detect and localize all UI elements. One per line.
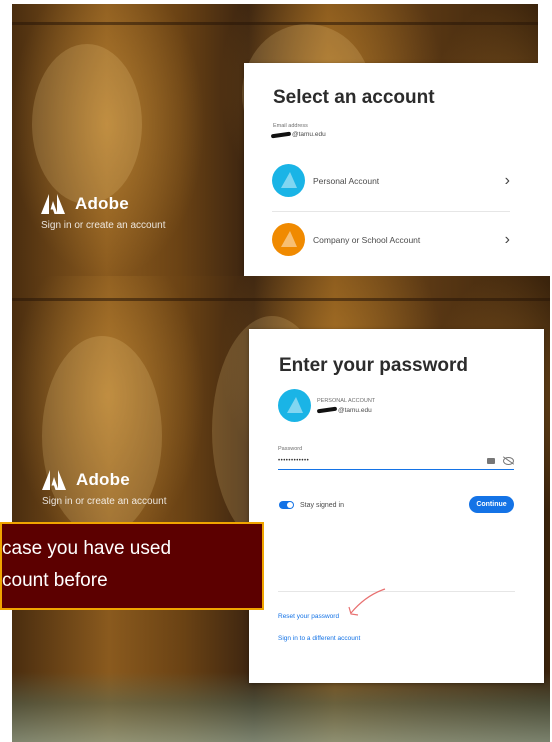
adobe-name: Adobe [76,470,130,489]
password-value: •••••••••••• [278,458,310,464]
company-account-icon [272,223,305,256]
callout-line-2: count before [2,570,108,591]
stay-signed-in[interactable]: Stay signed in [279,501,344,509]
different-account-link[interactable]: Sign in to a different account [278,635,360,642]
email-domain: @tamu.edu [292,131,326,138]
divider [272,211,510,212]
annotation-arrow-icon [348,588,386,616]
hide-password-icon[interactable] [503,457,514,465]
email-address: @tamu.edu [270,131,326,138]
personal-account-icon [272,164,305,197]
chevron-right-icon: › [504,230,510,248]
continue-button[interactable]: Continue [469,496,514,513]
email-label: Email address [273,123,308,129]
email-address: @tamu.edu [316,406,375,414]
redaction-mark [270,131,292,138]
page-title: Enter your password [279,355,468,376]
account-type: PERSONAL ACCOUNT [317,397,376,404]
stay-signed-in-label: Stay signed in [300,501,344,509]
jar-lid-edge [12,22,538,25]
divider [278,591,515,592]
adobe-logo-icon [42,470,66,490]
account-summary: PERSONAL ACCOUNT @tamu.edu [278,389,375,422]
callout-line-1: case you have used [2,538,172,559]
jar-highlight [32,44,142,204]
password-input[interactable]: •••••••••••• [278,453,514,470]
email-domain: @tamu.edu [338,406,372,414]
company-account-option[interactable]: Company or School Account › [272,223,510,256]
page-title: Select an account [273,87,435,108]
jar-lid-edge [12,298,550,301]
adobe-tagline: Sign in or create an account [42,496,167,507]
redaction-mark [316,406,338,414]
adobe-brand: Adobe Sign in or create an account [41,194,166,231]
company-account-label: Company or School Account [313,234,421,245]
select-account-screen: Adobe Sign in or create an account Selec… [12,4,538,276]
select-account-card: Select an account Email address @tamu.ed… [244,63,538,276]
personal-account-icon [278,389,311,422]
adobe-name: Adobe [75,194,129,213]
enter-password-screen: Adobe Sign in or create an account Enter… [12,276,550,742]
reset-password-link[interactable]: Reset your password [278,613,339,620]
personal-account-label: Personal Account [313,175,380,186]
enter-password-card: Enter your password PERSONAL ACCOUNT @ta… [249,329,544,683]
chevron-right-icon: › [504,171,510,189]
stay-signed-in-toggle[interactable] [279,501,294,509]
personal-account-option[interactable]: Personal Account › [272,164,510,197]
tip-callout: case you have used count before [0,522,264,610]
adobe-logo-icon [41,194,65,214]
password-label: Password [278,446,303,452]
adobe-tagline: Sign in or create an account [41,220,166,231]
password-manager-icon[interactable] [487,458,495,464]
adobe-brand: Adobe Sign in or create an account [42,470,167,507]
